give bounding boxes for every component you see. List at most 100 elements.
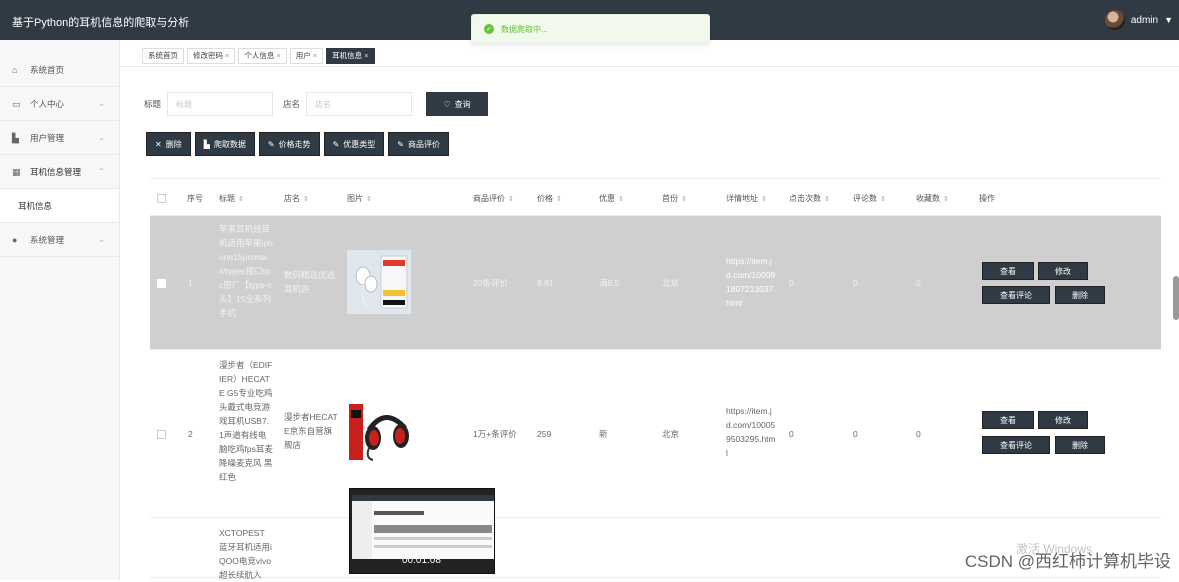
sidebar-item-label: 用户管理 xyxy=(30,132,64,144)
crawl-button[interactable]: ▙爬取数据 xyxy=(195,132,255,156)
col-title[interactable]: 标题⇕ xyxy=(219,193,244,204)
search-bar: 标题 店名 ♡ 查询 xyxy=(144,92,488,116)
close-icon[interactable]: × xyxy=(276,51,280,60)
edit-button[interactable]: 修改 xyxy=(1038,411,1088,429)
tab-label: 个人信息 xyxy=(244,51,274,60)
caret-down-icon[interactable]: ▼ xyxy=(1164,15,1173,25)
tab-change-password[interactable]: 修改密码× xyxy=(187,48,235,64)
product-image xyxy=(347,400,411,464)
table-row[interactable]: 2 漫步者（EDIFIER）HECATE G5专业吃鸡头戴式电竞游戏耳机USB7… xyxy=(150,350,1161,518)
bar-chart-icon: ▙ xyxy=(12,133,22,143)
col-comments[interactable]: 评论数⇕ xyxy=(853,193,886,204)
col-label: 优惠 xyxy=(599,194,615,203)
sort-icon[interactable]: ⇕ xyxy=(824,196,830,203)
success-toast: ✓ 数据爬取中... xyxy=(471,14,710,44)
close-icon[interactable]: × xyxy=(364,51,368,60)
user-menu[interactable]: admin ▼ xyxy=(1105,10,1173,30)
sort-icon[interactable]: ⇕ xyxy=(556,196,562,203)
delete-button[interactable]: ✕删除 xyxy=(146,132,191,156)
sidebar-item-user-management[interactable]: ▙ 用户管理 ⌄ xyxy=(0,121,119,155)
row-checkbox[interactable] xyxy=(157,430,166,439)
edit-button[interactable]: 修改 xyxy=(1038,262,1088,280)
tab-label: 耳机信息 xyxy=(332,51,362,60)
col-image[interactable]: 图片⇕ xyxy=(347,193,372,204)
row-price: 8.81 xyxy=(537,276,554,290)
query-label: 查询 xyxy=(455,99,471,110)
row-delete-button[interactable]: 删除 xyxy=(1055,286,1105,304)
row-discount: 满6.5 xyxy=(599,276,619,290)
view-reviews-button[interactable]: 查看评论 xyxy=(982,286,1050,304)
tab-personal-info[interactable]: 个人信息× xyxy=(238,48,286,64)
row-clicks: 0 xyxy=(789,276,794,290)
avatar[interactable] xyxy=(1105,10,1125,30)
tab-headphone-info[interactable]: 耳机信息× xyxy=(326,48,374,64)
row-index: 1 xyxy=(188,276,193,290)
sort-icon[interactable]: ⇕ xyxy=(238,196,244,203)
row-url[interactable]: https://item.jd.com/100091807213037.html xyxy=(726,254,776,310)
row-delete-button[interactable]: 删除 xyxy=(1055,436,1105,454)
video-frame-image xyxy=(352,495,494,559)
tab-user[interactable]: 用户× xyxy=(290,48,323,64)
card-icon: ▭ xyxy=(12,99,22,109)
sidebar-item-headphone-management[interactable]: ▦ 耳机信息管理 ⌃ xyxy=(0,155,119,189)
view-button[interactable]: 查看 xyxy=(982,411,1034,429)
price-trend-button[interactable]: ✎价格走势 xyxy=(259,132,320,156)
shop-input[interactable] xyxy=(306,92,412,116)
app-title: 基于Python的耳机信息的爬取与分析 xyxy=(12,14,189,30)
sort-icon[interactable]: ⇕ xyxy=(880,196,886,203)
col-discount[interactable]: 优惠⇕ xyxy=(599,193,624,204)
sort-icon[interactable]: ⇕ xyxy=(303,196,309,203)
scrollbar-handle[interactable] xyxy=(1173,276,1179,320)
table-row[interactable]: 1 苹果耳机线耳机适用苹果iphone15promax/typec接口tpc原厂… xyxy=(150,216,1161,350)
row-url[interactable]: https://item.jd.com/100059503295.html xyxy=(726,404,776,460)
view-reviews-button[interactable]: 查看评论 xyxy=(982,436,1050,454)
col-province[interactable]: 首份⇕ xyxy=(662,193,687,204)
sort-icon[interactable]: ⇕ xyxy=(943,196,949,203)
sidebar-item-personal-center[interactable]: ▭ 个人中心 ⌄ xyxy=(0,87,119,121)
row-title: 苹果耳机线耳机适用苹果iphone15promax/typec接口tpc原厂【t… xyxy=(219,222,273,320)
select-all-checkbox[interactable] xyxy=(157,194,166,203)
row-comments: 0 xyxy=(853,427,858,441)
row-review: 20条评价 xyxy=(473,276,508,290)
button-label: 优惠类型 xyxy=(343,139,375,150)
sort-icon[interactable]: ⇕ xyxy=(761,196,767,203)
sidebar: ⌂ 系统首页 ▭ 个人中心 ⌄ ▙ 用户管理 ⌄ ▦ 耳机信息管理 ⌃ 耳机信息… xyxy=(0,40,120,580)
row-shop: 数码精选优选耳机店 xyxy=(284,268,338,296)
video-preview[interactable]: 00:01:08 xyxy=(349,488,495,574)
col-url[interactable]: 详情地址⇕ xyxy=(726,193,767,204)
sidebar-item-headphone-info[interactable]: 耳机信息 xyxy=(0,189,119,223)
sidebar-item-home[interactable]: ⌂ 系统首页 xyxy=(0,53,119,87)
sidebar-item-label: 系统管理 xyxy=(30,234,64,246)
sort-icon[interactable]: ⇕ xyxy=(618,196,624,203)
col-review[interactable]: 商品评价⇕ xyxy=(473,193,514,204)
close-icon[interactable]: × xyxy=(225,51,229,60)
col-price[interactable]: 价格⇕ xyxy=(537,193,562,204)
home-icon: ⌂ xyxy=(12,65,22,75)
close-icon[interactable]: × xyxy=(313,51,317,60)
sidebar-item-label: 个人中心 xyxy=(30,98,64,110)
review-button[interactable]: ✎商品评价 xyxy=(388,132,449,156)
row-price: 259 xyxy=(537,427,551,441)
shop-label: 店名 xyxy=(283,98,300,110)
view-button[interactable]: 查看 xyxy=(982,262,1034,280)
sidebar-item-system-management[interactable]: ● 系统管理 ⌄ xyxy=(0,223,119,257)
row-review: 1万+条评价 xyxy=(473,427,517,441)
username[interactable]: admin xyxy=(1131,15,1158,26)
chevron-down-icon: ⌄ xyxy=(98,99,105,108)
chevron-up-icon: ⌃ xyxy=(98,167,105,176)
row-title: XCTOPEST蓝牙耳机适用iQOO电竞vivo超长续航入 xyxy=(219,526,273,582)
tab-home[interactable]: 系统首页 xyxy=(142,48,184,64)
person-icon: ● xyxy=(12,235,22,245)
col-favorites[interactable]: 收藏数⇕ xyxy=(916,193,949,204)
video-screen xyxy=(352,495,494,559)
row-checkbox[interactable] xyxy=(157,279,166,288)
query-button[interactable]: ♡ 查询 xyxy=(426,92,488,116)
title-input[interactable] xyxy=(167,92,273,116)
col-clicks[interactable]: 点击次数⇕ xyxy=(789,193,830,204)
discount-type-button[interactable]: ✎优惠类型 xyxy=(324,132,385,156)
product-image xyxy=(347,250,411,314)
sort-icon[interactable]: ⇕ xyxy=(366,196,372,203)
sort-icon[interactable]: ⇕ xyxy=(681,196,687,203)
sort-icon[interactable]: ⇕ xyxy=(508,196,514,203)
col-shop[interactable]: 店名⇕ xyxy=(284,193,309,204)
